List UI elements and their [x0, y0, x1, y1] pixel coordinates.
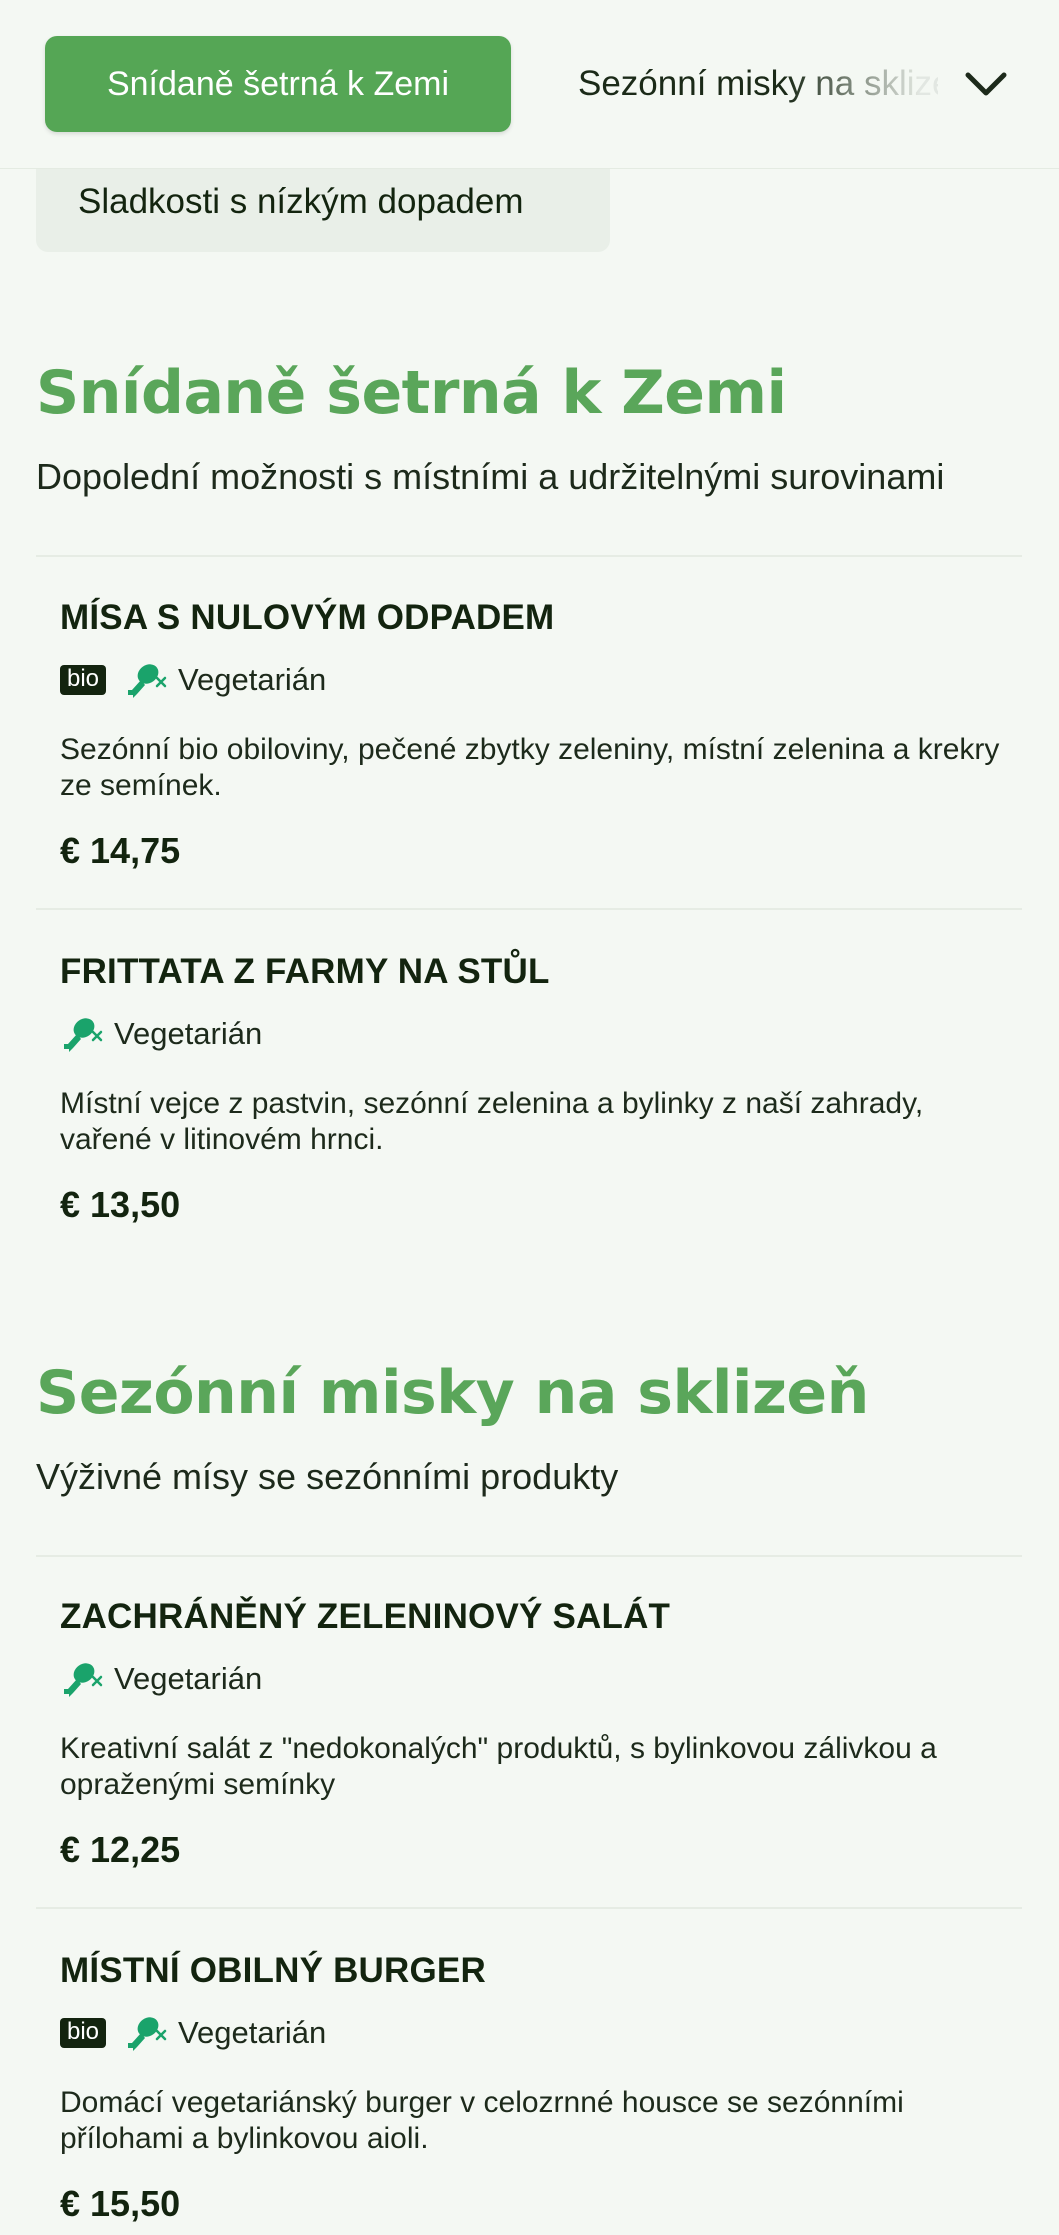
tab-earth-friendly-breakfast[interactable]: Snídaně šetrná k Zemi	[45, 36, 511, 132]
section-subtitle: Výživné mísy se sezónními produkty	[36, 1456, 619, 1497]
menu-item[interactable]: MÍSTNÍ OBILNÝ BURGER bio Vegetarián Domá…	[60, 1951, 1010, 2225]
vegetarian-icon	[128, 2017, 167, 2051]
diet-label: Vegetarián	[114, 1661, 263, 1696]
bio-badge: bio	[60, 665, 107, 695]
menu-item[interactable]: FRITTATA Z FARMY NA STŮL Vegetarián Míst…	[60, 952, 1010, 1226]
item-tags: bio Vegetarián	[60, 660, 1010, 700]
item-name: MÍSTNÍ OBILNÝ BURGER	[60, 1951, 486, 1990]
item-name: MÍSA S NULOVÝM ODPADEM	[60, 598, 555, 637]
chevron-down-icon[interactable]	[960, 58, 1012, 110]
item-tags: Vegetarián	[60, 1659, 1010, 1699]
vegetarian-icon	[64, 1018, 103, 1052]
item-tags: Vegetarián	[60, 1014, 1010, 1054]
item-description: Sezónní bio obiloviny, pečené zbytky zel…	[60, 733, 1000, 802]
item-price: € 13,50	[60, 1184, 181, 1225]
item-description: Domácí vegetariánský burger v celozrnné …	[60, 2086, 904, 2155]
tab-label: Snídaně šetrná k Zemi	[106, 64, 450, 103]
section-subtitle: Dopolední možnosti s místními a udržitel…	[36, 456, 945, 497]
item-price: € 14,75	[60, 830, 181, 871]
section-title: Sezónní misky na sklizeň	[36, 1358, 869, 1428]
vegetarian-icon	[128, 664, 167, 698]
item-description: Místní vejce z pastvin, sezónní zelenina…	[60, 1087, 924, 1156]
section-title: Snídaně šetrná k Zemi	[36, 358, 787, 428]
item-price: € 15,50	[60, 2183, 181, 2224]
diet-label: Vegetarián	[178, 2015, 327, 2050]
divider	[36, 1907, 1022, 1909]
bio-badge: bio	[60, 2018, 107, 2048]
tab-label: Sladkosti s nízkým dopadem	[78, 182, 524, 221]
item-name: ZACHRÁNĚNÝ ZELENINOVÝ SALÁT	[60, 1597, 671, 1636]
diet-label: Vegetarián	[114, 1016, 263, 1051]
divider	[36, 555, 1022, 557]
divider	[36, 908, 1022, 910]
diet-label: Vegetarián	[178, 662, 327, 697]
item-name: FRITTATA Z FARMY NA STŮL	[60, 952, 550, 991]
menu-item[interactable]: ZACHRÁNĚNÝ ZELENINOVÝ SALÁT Vegetarián K…	[60, 1597, 1010, 1871]
tab-label: Sezónní misky na sklizeň	[578, 64, 938, 103]
tab-seasonal-harvest-bowls[interactable]: Sezónní misky na sklizeň	[578, 36, 938, 132]
category-tab-bar: Snídaně šetrná k Zemi Sezónní misky na s…	[0, 0, 1059, 169]
item-tags: bio Vegetarián	[60, 2013, 1010, 2053]
divider	[36, 1555, 1022, 1557]
item-description: Kreativní salát z "nedokonalých" produkt…	[60, 1732, 937, 1801]
item-price: € 12,25	[60, 1829, 181, 1870]
menu-item[interactable]: MÍSA S NULOVÝM ODPADEM bio Vegetarián Se…	[60, 598, 1010, 872]
vegetarian-icon	[64, 1663, 103, 1697]
